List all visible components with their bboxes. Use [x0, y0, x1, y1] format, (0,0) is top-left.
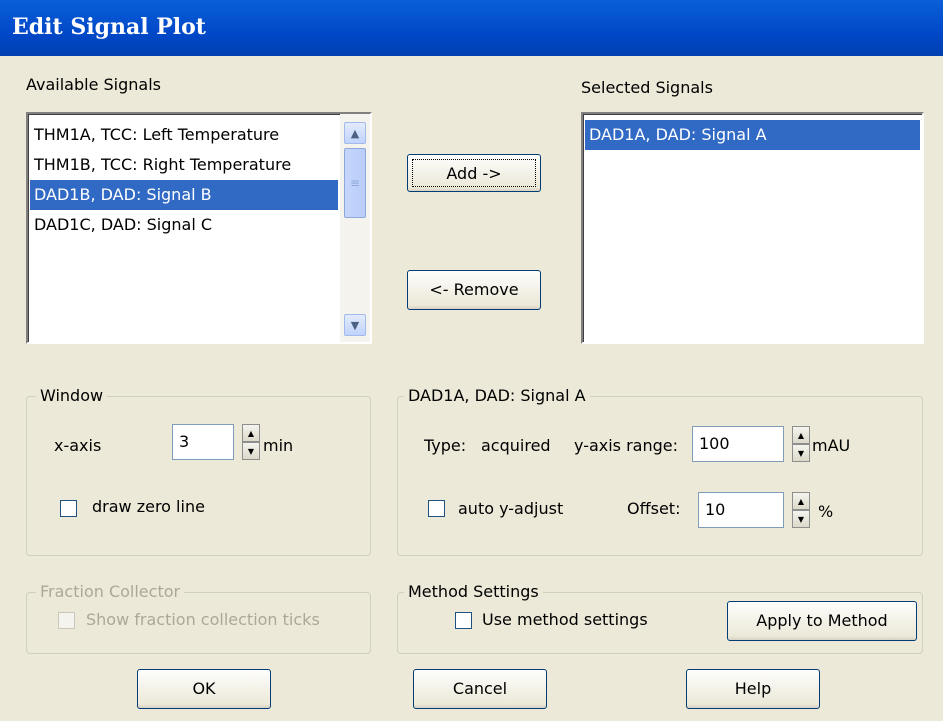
- spin-down-icon[interactable]: ▼: [792, 444, 810, 462]
- y-axis-range-spinner[interactable]: ▲ ▼: [792, 426, 810, 462]
- signal-group-title: DAD1A, DAD: Signal A: [404, 386, 590, 405]
- remove-button[interactable]: <- Remove: [407, 270, 541, 310]
- list-item[interactable]: THM1B, TCC: Right Temperature: [30, 150, 338, 180]
- selected-signals-label: Selected Signals: [581, 78, 713, 97]
- available-items: THM1A, TCC: Left Temperature THM1B, TCC:…: [30, 120, 338, 240]
- available-signals-label-text: Available Signals: [26, 75, 161, 94]
- list-item-selected[interactable]: DAD1A, DAD: Signal A: [585, 120, 920, 150]
- offset-spinner[interactable]: ▲ ▼: [792, 492, 810, 528]
- spin-up-icon[interactable]: ▲: [792, 426, 810, 444]
- list-item-selected[interactable]: DAD1B, DAD: Signal B: [30, 180, 338, 210]
- cancel-button[interactable]: Cancel: [413, 669, 547, 709]
- type-value: acquired: [481, 436, 551, 455]
- offset-input[interactable]: 10: [698, 492, 784, 528]
- y-axis-range-label: y-axis range:: [574, 436, 679, 455]
- window-title: Edit Signal Plot: [12, 14, 206, 40]
- x-axis-label: x-axis: [54, 436, 102, 455]
- apply-to-method-button[interactable]: Apply to Method: [727, 601, 917, 641]
- list-item[interactable]: THM1A, TCC: Left Temperature: [30, 120, 338, 150]
- auto-y-adjust-label[interactable]: auto y-adjust: [458, 499, 563, 518]
- scroll-down-icon[interactable]: ▼: [344, 314, 366, 336]
- available-signals-label: Available Signals: [26, 75, 161, 94]
- x-axis-unit: min: [263, 436, 294, 455]
- selected-signals-list[interactable]: DAD1A, DAD: Signal A: [581, 112, 924, 344]
- method-settings-title: Method Settings: [404, 582, 543, 601]
- spin-down-icon[interactable]: ▼: [792, 510, 810, 528]
- type-label: Type:: [424, 436, 467, 455]
- auto-y-adjust-checkbox[interactable]: [428, 500, 445, 517]
- y-axis-range-input[interactable]: 100: [692, 426, 784, 462]
- show-fraction-ticks-checkbox: [58, 612, 75, 629]
- ok-button[interactable]: OK: [137, 669, 271, 709]
- spin-up-icon[interactable]: ▲: [242, 424, 260, 442]
- spin-down-icon[interactable]: ▼: [242, 442, 260, 460]
- fraction-collector-title: Fraction Collector: [36, 582, 185, 601]
- offset-unit: %: [818, 502, 834, 521]
- scroll-thumb[interactable]: ≡: [344, 148, 366, 218]
- spin-up-icon[interactable]: ▲: [792, 492, 810, 510]
- show-fraction-ticks-label: Show fraction collection ticks: [86, 610, 320, 629]
- x-axis-input[interactable]: 3: [172, 424, 234, 460]
- draw-zero-line-checkbox[interactable]: [60, 500, 77, 517]
- y-axis-range-unit: mAU: [812, 436, 851, 455]
- window-group: [26, 396, 371, 556]
- use-method-settings-checkbox[interactable]: [455, 612, 472, 629]
- vertical-scrollbar[interactable]: ▲ ≡ ▼: [340, 114, 370, 342]
- available-signals-list[interactable]: THM1A, TCC: Left Temperature THM1B, TCC:…: [26, 112, 372, 344]
- use-method-settings-label[interactable]: Use method settings: [482, 610, 648, 629]
- add-button[interactable]: Add ->: [407, 154, 541, 192]
- scroll-up-icon[interactable]: ▲: [344, 122, 366, 144]
- list-item[interactable]: DAD1C, DAD: Signal C: [30, 210, 338, 240]
- signal-settings-group: [397, 396, 923, 556]
- x-axis-spinner[interactable]: ▲ ▼: [242, 424, 260, 460]
- window-group-title: Window: [36, 386, 108, 405]
- add-button-label: Add ->: [412, 159, 536, 187]
- help-button[interactable]: Help: [686, 669, 820, 709]
- selected-items: DAD1A, DAD: Signal A: [585, 120, 920, 150]
- offset-label: Offset:: [627, 499, 681, 518]
- draw-zero-line-label[interactable]: draw zero line: [92, 497, 205, 516]
